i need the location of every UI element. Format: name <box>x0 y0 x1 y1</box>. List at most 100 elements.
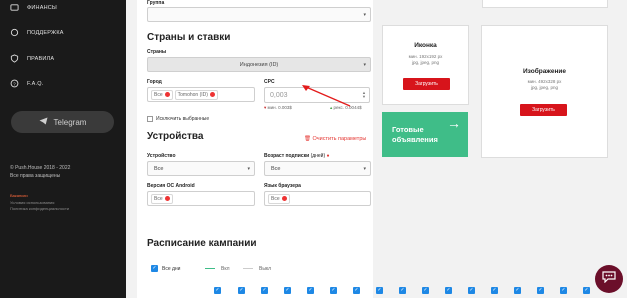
telegram-button[interactable]: Telegram <box>11 111 114 133</box>
legend-off-line <box>243 268 253 269</box>
chat-icon <box>10 28 19 37</box>
schedule-checkbox[interactable]: ✓ <box>537 287 544 294</box>
device-label: Устройство <box>147 153 176 159</box>
schedule-checkbox[interactable]: ✓ <box>214 287 221 294</box>
schedule-checkbox[interactable]: ✓ <box>238 287 245 294</box>
all-days-checkbox[interactable]: ✓ <box>151 265 158 272</box>
help-icon[interactable]: ● <box>327 153 330 159</box>
top-card-edge <box>482 0 608 8</box>
legend-off-label: Выкл <box>259 266 272 272</box>
clear-params-label: Очистить параметры <box>312 136 367 142</box>
age-label-text: Возраст подписки <box>264 153 310 159</box>
sidebar: ФИНАНСЫ ПОДДЕРЖКА ПРАВИЛА ? F.A.Q. Teleg… <box>0 0 126 298</box>
sidebar-item-rules[interactable]: ПРАВИЛА <box>10 54 54 63</box>
exclude-checkbox[interactable] <box>147 116 153 122</box>
section-schedule-title: Расписание кампании <box>147 238 257 249</box>
remove-chip-icon[interactable] <box>209 92 215 97</box>
schedule-checkbox[interactable]: ✓ <box>284 287 291 294</box>
schedule-checkbox[interactable]: ✓ <box>583 287 590 294</box>
city-chip[interactable]: Tomohon (ID) <box>174 89 218 100</box>
annotation-arrow <box>302 85 351 107</box>
icon-upload-card: Иконка мин. 192x192 px jpg, jpeg, png За… <box>382 25 469 105</box>
icon-upload-button[interactable]: Загрузить <box>403 78 450 90</box>
sidebar-item-finance[interactable]: ФИНАНСЫ <box>10 3 57 12</box>
copyright-line: Все права защищены <box>10 173 61 179</box>
cpc-label: CPC <box>264 79 275 85</box>
chevron-down-icon: ▾ <box>363 12 366 18</box>
cpc-value: 0,003 <box>270 91 288 99</box>
os-label: Версия ОС Android <box>147 183 195 189</box>
sidebar-item-support[interactable]: ПОДДЕРЖКА <box>10 28 64 37</box>
copyright: © Push.House 2018 - 2022 Все права защищ… <box>10 164 70 180</box>
question-icon: ? <box>10 79 19 88</box>
image-title: Изображение <box>523 68 566 75</box>
schedule-checkbox[interactable]: ✓ <box>353 287 360 294</box>
copyright-line: © Push.House 2018 - 2022 <box>10 165 71 171</box>
chip-label: Все <box>271 195 280 202</box>
cpc-min: ▾ мин. 0.003$ <box>264 105 292 110</box>
lang-field[interactable]: Все <box>264 191 371 206</box>
device-select[interactable]: Все ▾ <box>147 161 255 176</box>
shield-icon <box>10 54 19 63</box>
schedule-checkbox[interactable]: ✓ <box>468 287 475 294</box>
country-label: Страны <box>147 49 167 55</box>
arrow-right-icon: → <box>447 115 461 131</box>
cpc-min-value: мин. 0.003$ <box>267 105 292 110</box>
ready-ads-label: Готовые объявления <box>392 125 438 145</box>
exclude-label: Исключить выбранные <box>156 116 210 122</box>
group-select[interactable]: ▾ <box>147 7 371 22</box>
sidebar-item-faq[interactable]: ? F.A.Q. <box>10 79 43 88</box>
wallet-icon <box>10 3 19 12</box>
chip-label: Tomohon (ID) <box>177 91 208 98</box>
image-upload-card: Изображение мин. 492x328 px jpg, jpeg, p… <box>481 25 608 158</box>
lang-chip[interactable]: Все <box>268 193 290 204</box>
city-field[interactable]: Все Tomohon (ID) <box>147 87 255 102</box>
os-field[interactable]: Все <box>147 191 255 206</box>
schedule-checkbox[interactable]: ✓ <box>261 287 268 294</box>
image-formats: jpg, jpeg, png <box>530 85 559 90</box>
country-value: Индонезия (ID) <box>239 61 279 68</box>
chevron-down-icon: ▾ <box>363 166 366 172</box>
schedule-checkbox[interactable]: ✓ <box>560 287 567 294</box>
schedule-checkbox[interactable]: ✓ <box>491 287 498 294</box>
schedule-checkbox[interactable]: ✓ <box>399 287 406 294</box>
icon-title: Иконка <box>414 42 437 49</box>
section-devices-title: Устройства <box>147 131 204 142</box>
svg-text:?: ? <box>13 81 16 86</box>
age-select[interactable]: Все ▾ <box>264 161 371 176</box>
clear-params-link[interactable]: 🗑 Очистить параметры <box>304 136 366 142</box>
schedule-checkbox[interactable]: ✓ <box>445 287 452 294</box>
schedule-checkbox[interactable]: ✓ <box>514 287 521 294</box>
legend-on-label: Вкл <box>221 266 230 272</box>
lang-label: Язык браузера <box>264 183 301 189</box>
remove-chip-icon[interactable] <box>164 196 170 201</box>
schedule-checkbox[interactable]: ✓ <box>376 287 383 294</box>
telegram-label: Telegram <box>53 117 87 127</box>
age-label: Возраст подписки (дней) ● <box>264 153 330 159</box>
legend-on-line <box>205 268 215 269</box>
schedule-checkbox[interactable]: ✓ <box>330 287 337 294</box>
image-upload-button[interactable]: Загрузить <box>520 104 567 116</box>
age-value: Все <box>271 165 281 172</box>
sidebar-item-label: ПОДДЕРЖКА <box>27 29 64 36</box>
ready-ads-button[interactable]: → Готовые объявления <box>382 112 468 157</box>
ready-ads-label-line: объявления <box>392 135 438 144</box>
os-chip[interactable]: Все <box>151 193 173 204</box>
support-chat-button[interactable] <box>595 265 623 293</box>
remove-chip-icon[interactable] <box>281 196 287 201</box>
sidebar-item-label: ПРАВИЛА <box>27 55 55 62</box>
chevron-down-icon: ▾ <box>247 166 250 172</box>
icon-formats: jpg, jpeg, png <box>411 60 440 65</box>
trash-icon: 🗑 <box>304 136 311 142</box>
remove-chip-icon[interactable] <box>164 92 170 97</box>
country-select[interactable]: Индонезия (ID) ▾ <box>147 57 371 72</box>
device-value: Все <box>154 165 164 172</box>
campaign-form-panel <box>137 0 373 298</box>
stepper-icon[interactable]: ▲ ▼ <box>362 91 366 99</box>
privacy-link[interactable]: Политика конфиденциальности <box>10 206 69 213</box>
chip-label: Все <box>154 91 163 98</box>
schedule-checkbox[interactable]: ✓ <box>307 287 314 294</box>
city-chip[interactable]: Все <box>151 89 173 100</box>
schedule-checkbox[interactable]: ✓ <box>422 287 429 294</box>
sidebar-item-label: ФИНАНСЫ <box>27 4 57 11</box>
